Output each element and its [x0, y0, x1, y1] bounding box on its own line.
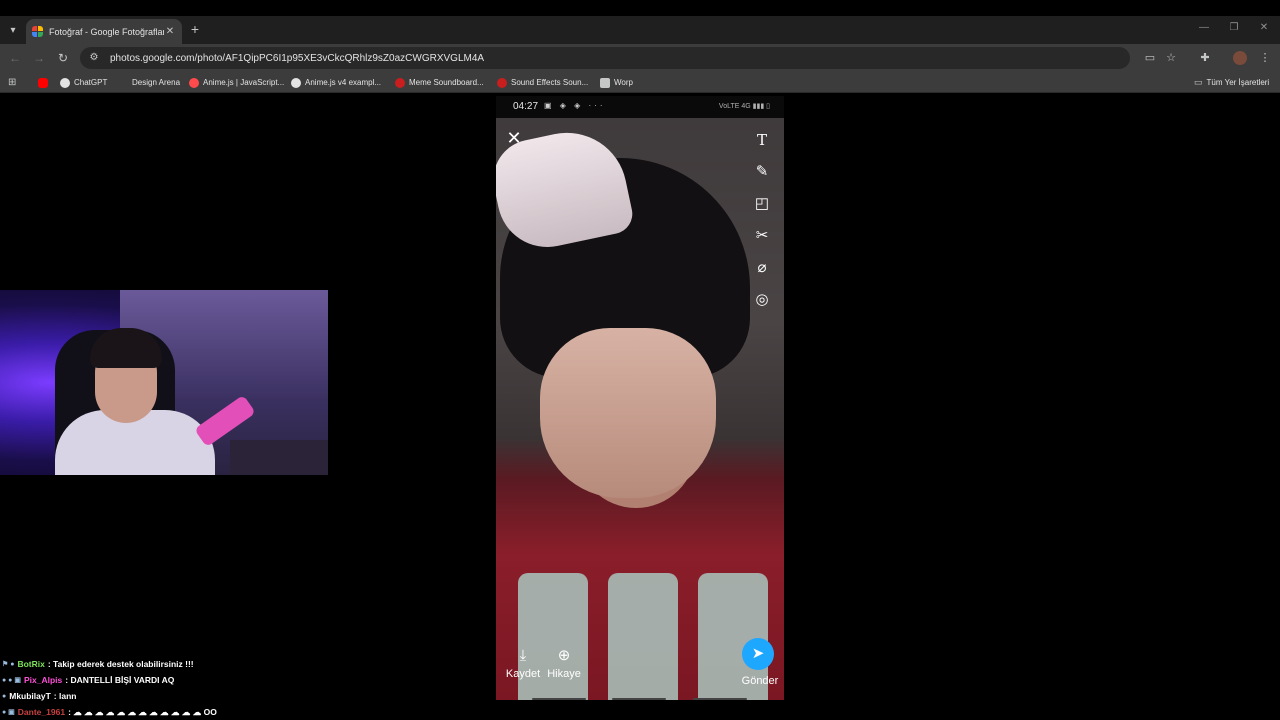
snap-bottom-actions: ⤓ Kaydet ⊕ Hikaye ➤ Gönder [496, 638, 784, 694]
chat-message: ● ● ▣ Pix_Alpis : DANTELLİ BİŞİ VARDI AQ [2, 672, 342, 688]
sound-effects-icon [497, 77, 507, 88]
bookmark-youtube[interactable] [38, 76, 52, 89]
bookmark-label: Meme Soundboard... [409, 78, 484, 87]
photo-face [540, 328, 716, 498]
reload-button[interactable]: ↻ [55, 50, 71, 66]
chat-text: : lann [53, 691, 77, 701]
bookmark-label: ChatGPT [74, 78, 108, 87]
save-label: Kaydet [505, 668, 541, 680]
extensions-icon[interactable]: ✚ [1197, 50, 1213, 66]
chat-text: : Takip ederek destek olabilirsiniz !!! [47, 659, 194, 669]
send-button[interactable]: ➤ [742, 638, 774, 670]
sticker-icon[interactable]: ◰ [752, 194, 772, 214]
chat-badges: ⚑ ● [2, 661, 15, 668]
worp-icon [600, 77, 610, 88]
cast-icon[interactable]: ▭ [1142, 50, 1158, 66]
chat-message: ● MkubilayT : lann [2, 688, 342, 704]
bookmark-label: Design Arena [132, 78, 181, 87]
gesture-bar-right [693, 698, 747, 700]
bookmark-animejs[interactable]: Anime.js | JavaScript... [189, 76, 284, 89]
text-tool-icon[interactable]: T [752, 130, 772, 150]
bookmark-star-icon[interactable]: ☆ [1163, 50, 1179, 66]
tab-close-icon[interactable]: ✕ [164, 26, 176, 37]
meme-soundboard-icon [395, 77, 405, 88]
animejs-icon [189, 77, 199, 88]
new-tab-button[interactable]: + [188, 22, 202, 36]
bookmark-label: Anime.js | JavaScript... [203, 78, 285, 87]
bookmark-label: Tüm Yer İşaretleri [1206, 78, 1270, 87]
chat-message: ⚑ ● BotRix : Takip ederek destek olabili… [2, 656, 342, 672]
story-button[interactable]: ⊕ Hikaye [542, 644, 586, 680]
snap-photo [496, 118, 784, 700]
paperclip-icon[interactable]: ⌀ [752, 258, 772, 278]
chat-username: BotRix [17, 659, 45, 669]
bookmark-meme-soundboard[interactable]: Meme Soundboard... [395, 76, 484, 89]
stream-chat-overlay: ⚑ ● BotRix : Takip ederek destek olabili… [2, 656, 342, 720]
bookmark-sound-effects[interactable]: Sound Effects Soun... [497, 76, 588, 89]
bookmark-label: Sound Effects Soun... [511, 78, 589, 87]
phone-time: 04:27 [513, 101, 539, 112]
gesture-bar-center [612, 698, 666, 700]
chat-badges: ● ▣ [2, 709, 15, 716]
gesture-bar-left [532, 698, 586, 700]
bookmark-worp[interactable]: Worp [600, 76, 633, 89]
chat-username: Pix_Alpis [23, 675, 63, 685]
bookmarks-bar: ⊞ ChatGPT Design Arena Anime.js | JavaSc… [0, 72, 1280, 93]
chatgpt-icon [60, 77, 70, 88]
notification-icons: ▣ ◈ ◈ ··· [544, 101, 606, 110]
chat-message: ● ▣ Dante_1961 : ☁ ☁ ☁ ☁ ☁ ☁ ☁ ☁ ☁ ☁ ☁ ☁… [2, 704, 342, 720]
webcam-desk [230, 440, 328, 475]
send-arrow-icon: ➤ [751, 645, 765, 662]
tab-strip: ▾ Fotoğraf - Google Fotoğraflar ✕ + — ❐ … [0, 16, 1280, 44]
phone-status-bar: 04:27 ▣ ◈ ◈ ··· VoLTE 4G ▮▮▮ ▯ [496, 96, 784, 118]
window-close-icon[interactable]: ✕ [1254, 22, 1274, 33]
forward-button[interactable]: → [31, 50, 47, 66]
download-icon: ⤓ [519, 647, 527, 664]
all-bookmarks-folder[interactable]: ▭ Tüm Yer İşaretleri [1194, 76, 1269, 89]
address-bar[interactable]: ⚙ photos.google.com/photo/AF1QipPC6I1p95… [80, 47, 1130, 69]
bookmark-animejs-v4[interactable]: Anime.js v4 exampl... [291, 76, 381, 89]
back-button[interactable]: ← [7, 50, 23, 66]
scissors-icon[interactable]: ✂ [752, 226, 772, 246]
send-label: Gönder [741, 675, 779, 687]
chat-badges: ● [2, 692, 7, 700]
save-button[interactable]: ⤓ Kaydet [501, 644, 545, 680]
bookmark-design-arena[interactable]: Design Arena [118, 76, 180, 89]
pencil-icon[interactable]: ✎ [752, 162, 772, 182]
chat-text: : DANTELLİ BİŞİ VARDI AQ [65, 675, 175, 685]
bookmark-label: Anime.js v4 exampl... [305, 78, 382, 87]
minimize-icon[interactable]: — [1194, 22, 1214, 33]
story-label: Hikaye [547, 668, 581, 680]
google-photos-icon [32, 26, 43, 37]
site-info-icon[interactable]: ⚙ [88, 52, 100, 64]
screen-top-border [0, 0, 1280, 16]
tab-google-photos[interactable]: Fotoğraf - Google Fotoğraflar ✕ [26, 19, 182, 44]
phone-screenshot[interactable]: 04:27 ▣ ◈ ◈ ··· VoLTE 4G ▮▮▮ ▯ ✕ T ✎ ◰ ✂… [496, 96, 784, 700]
menu-icon[interactable]: ⋮ [1257, 50, 1273, 66]
chat-username: MkubilayT [9, 691, 51, 701]
youtube-icon [38, 77, 48, 88]
chat-text: : ☁ ☁ ☁ ☁ ☁ ☁ ☁ ☁ ☁ ☁ ☁ ☁ OO [68, 706, 217, 717]
tab-search-button[interactable]: ▾ [4, 21, 22, 39]
profile-avatar[interactable] [1233, 51, 1247, 65]
animejs-v4-icon [291, 77, 301, 88]
timer-icon[interactable]: ◎ [752, 290, 772, 310]
restore-icon[interactable]: ❐ [1224, 22, 1244, 33]
bookmark-chatgpt[interactable]: ChatGPT [60, 76, 107, 89]
apps-grid-icon[interactable]: ⊞ [8, 76, 16, 89]
folder-icon: ▭ [1194, 77, 1203, 87]
design-arena-icon [118, 77, 128, 88]
snap-tools: T ✎ ◰ ✂ ⌀ ◎ [752, 130, 772, 322]
system-icons: VoLTE 4G ▮▮▮ ▯ [718, 103, 770, 110]
chat-username: Dante_1961 [17, 707, 66, 717]
browser-toolbar: ← → ↻ ⚙ photos.google.com/photo/AF1QipPC… [0, 44, 1280, 72]
url-text: photos.google.com/photo/AF1QipPC6I1p95XE… [110, 52, 485, 64]
chat-badges: ● ● ▣ [2, 677, 21, 684]
webcam-overlay [0, 290, 328, 475]
close-icon[interactable]: ✕ [506, 129, 522, 147]
tab-title: Fotoğraf - Google Fotoğraflar [49, 26, 164, 37]
bookmark-label: Worp [614, 78, 633, 87]
add-story-icon: ⊕ [557, 647, 571, 664]
